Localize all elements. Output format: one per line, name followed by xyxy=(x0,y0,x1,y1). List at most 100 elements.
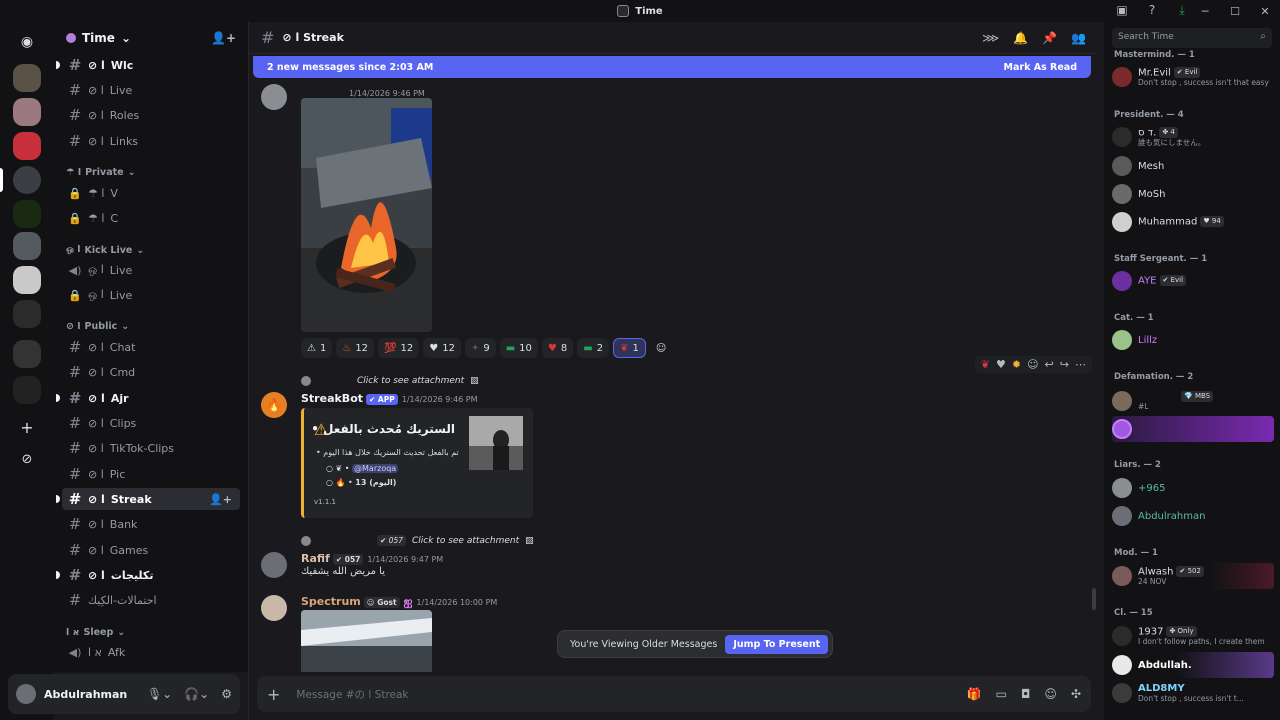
sticker-icon[interactable]: ◘ xyxy=(1021,687,1031,701)
threads-icon[interactable]: ⋙ xyxy=(982,31,999,45)
mark-as-read-button[interactable]: Mark As Read xyxy=(1004,62,1077,73)
channel-games[interactable]: # ⊘ ا Games xyxy=(62,539,240,561)
server-icon[interactable] xyxy=(13,300,41,328)
message-image-attachment[interactable] xyxy=(301,610,432,672)
reaction-warning[interactable]: ⚠ 1 xyxy=(301,338,333,358)
channel-pic[interactable]: # ⊘ ا Pic xyxy=(62,463,240,485)
more-icon[interactable]: ⋯ xyxy=(1075,358,1086,371)
reaction-100[interactable]: 💯 12 xyxy=(378,338,420,358)
embed-thumbnail[interactable] xyxy=(469,416,523,470)
gif-icon[interactable]: ▭ xyxy=(996,687,1007,701)
message-author[interactable]: Spectrum xyxy=(301,595,361,608)
forward-icon[interactable]: ↪ xyxy=(1060,358,1069,371)
channel-links[interactable]: # ⊘ ا Links xyxy=(62,130,240,152)
add-member-icon[interactable]: 👤+ xyxy=(209,493,232,506)
member-item[interactable]: Mesh xyxy=(1112,153,1274,179)
add-server-icon[interactable]: + xyxy=(13,414,41,442)
search-input[interactable]: Search Time ⌕ xyxy=(1112,28,1272,48)
category-sleep[interactable]: א ا Sleep ⌄ xyxy=(66,627,125,638)
server-icon[interactable] xyxy=(13,376,41,404)
bell-icon[interactable]: 🔔 xyxy=(1013,31,1028,45)
channel-live[interactable]: # ⊘ ا Live xyxy=(62,79,240,101)
channel-ihtmalat[interactable]: # احتمالات-الكِيك xyxy=(62,589,240,611)
reaction-custom[interactable]: ✦ 9 xyxy=(464,338,496,358)
channel-wlc[interactable]: # ⊘ ا Wlc xyxy=(56,54,240,76)
channel-cmd[interactable]: # ⊘ ا Cmd xyxy=(62,361,240,383)
inbox-icon[interactable]: ▣ xyxy=(1114,2,1130,18)
member-item[interactable]: ALD8MY Don't stop , success isn't t... xyxy=(1112,680,1274,706)
invite-icon[interactable]: 👤+ xyxy=(211,31,236,45)
member-item[interactable]: Abdulrahman xyxy=(1112,503,1274,529)
minimize-button[interactable]: ─ xyxy=(1190,5,1220,18)
category-kick-live[interactable]: ஒ ا Kick Live ⌄ xyxy=(66,244,144,256)
reaction-fire[interactable]: ♨ 12 xyxy=(336,338,375,358)
message-image-attachment[interactable] xyxy=(301,98,432,332)
message-input[interactable]: Message #の ا Streak xyxy=(296,687,408,702)
channel-takhleefat[interactable]: # ⊘ ا تكليجات xyxy=(56,564,240,586)
member-item[interactable] xyxy=(1112,416,1274,442)
avatar[interactable] xyxy=(16,684,36,704)
reaction-rose[interactable]: ❦ 1 xyxy=(613,338,646,358)
channel-afk[interactable]: ◀) א ا Afk xyxy=(62,641,240,663)
server-icon[interactable] xyxy=(13,64,41,92)
message-composer[interactable]: + Message #の ا Streak 🎁 ▭ ◘ ☺ ✣ xyxy=(257,676,1091,712)
avatar[interactable] xyxy=(261,84,287,110)
category-private[interactable]: ☂ ا Private ⌄ xyxy=(66,167,136,178)
sparkle-icon[interactable]: ✹ xyxy=(1012,358,1021,371)
members-icon[interactable]: 👥 xyxy=(1071,31,1086,45)
reply-icon[interactable]: ↩ xyxy=(1045,358,1054,371)
user-name[interactable]: Abdulrahman xyxy=(44,688,127,701)
member-item[interactable]: 1937 ✤ Only I don't follow paths, I create… xyxy=(1112,623,1274,649)
member-item[interactable]: AYE ✔ Evil xyxy=(1112,268,1274,294)
reaction-saudi-flag[interactable]: ▬ 2 xyxy=(577,338,610,358)
server-icon[interactable] xyxy=(13,340,41,368)
member-item[interactable]: Mr.Evil ✔ Evil Don't stop , success isn't … xyxy=(1112,64,1274,90)
channel-v[interactable]: 🔒 ☂ اV xyxy=(62,182,240,204)
channel-roles[interactable]: # ⊘ ا Roles xyxy=(62,104,240,126)
channel-streak[interactable]: # ⊘ ا Streak 👤+ xyxy=(56,488,240,510)
member-item[interactable]: Abdullah. xyxy=(1112,652,1274,678)
avatar[interactable] xyxy=(261,552,287,578)
reaction-kuwait-flag[interactable]: ▬ 10 xyxy=(499,338,538,358)
reaction-white-heart[interactable]: ♥ 12 xyxy=(423,338,461,358)
member-item[interactable]: Lillz xyxy=(1112,327,1274,353)
avatar[interactable] xyxy=(261,595,287,621)
member-item[interactable]: Muhammad ♥ 94 xyxy=(1112,209,1274,235)
member-item[interactable]: MoSh xyxy=(1112,181,1274,207)
channel-clips[interactable]: # ⊘ ا Clips xyxy=(62,412,240,434)
server-icon-time[interactable] xyxy=(13,166,41,194)
message-author[interactable]: StreakBot xyxy=(301,392,363,405)
member-item[interactable]: ד ס. ✤ 4 誰も気にしません。 xyxy=(1112,124,1274,150)
reply-reference[interactable]: Click to see attachment ▨ xyxy=(301,376,479,386)
server-icon[interactable] xyxy=(13,266,41,294)
channel-chat[interactable]: # ⊘ ا Chat xyxy=(62,336,240,358)
channel-c[interactable]: 🔒 ☂ اC xyxy=(62,207,240,229)
channel-kick-live-2[interactable]: 🔒 ஒ ا Live xyxy=(62,284,240,306)
plus-icon[interactable]: + xyxy=(267,685,280,704)
server-icon[interactable] xyxy=(13,200,41,228)
channel-ajr[interactable]: # ⊘ ا Ajr xyxy=(56,387,240,409)
reaction-red-heart[interactable]: ♥ 8 xyxy=(541,338,574,358)
user-mention[interactable]: @Marzoqa xyxy=(352,464,399,473)
member-item[interactable]: 💎 MBS #L xyxy=(1112,388,1274,414)
pin-icon[interactable]: 📌 xyxy=(1042,31,1057,45)
emoji-icon[interactable]: ☺ xyxy=(1044,687,1057,701)
headphones-icon[interactable]: 🎧⌄ xyxy=(184,687,209,701)
add-reaction-icon[interactable]: ☺ xyxy=(1027,358,1038,371)
add-reaction-button[interactable]: ☺ xyxy=(650,338,672,358)
discover-icon[interactable]: ⊘ xyxy=(13,446,41,474)
gear-icon[interactable]: ⚙ xyxy=(221,687,232,701)
member-item[interactable]: +965 xyxy=(1112,475,1274,501)
server-icon[interactable] xyxy=(13,232,41,260)
white-heart-icon[interactable]: ♥ xyxy=(996,358,1006,371)
maximize-button[interactable]: ☐ xyxy=(1220,5,1250,18)
close-button[interactable]: ✕ xyxy=(1250,5,1280,18)
help-icon[interactable]: ? xyxy=(1144,2,1160,18)
apps-icon[interactable]: ✣ xyxy=(1071,687,1081,701)
new-messages-banner[interactable]: 2 new messages since 2:03 AM Mark As Rea… xyxy=(253,56,1091,78)
server-icon[interactable] xyxy=(13,98,41,126)
channel-bank[interactable]: # ⊘ ا Bank xyxy=(62,513,240,535)
server-icon[interactable] xyxy=(13,132,41,160)
home-button[interactable]: ◉ xyxy=(13,28,41,56)
reply-reference[interactable]: ✔ 057 Click to see attachment ▨ xyxy=(301,535,534,546)
